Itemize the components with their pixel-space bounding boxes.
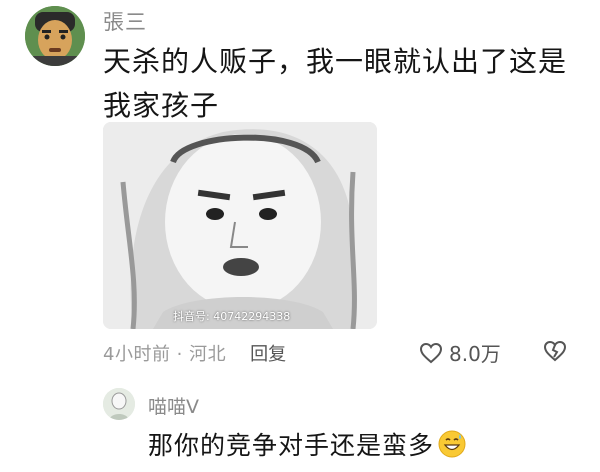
comment-username[interactable]: 張三: [103, 6, 147, 36]
reply-text-row: 那你的竞争对手还是蛮多: [148, 426, 466, 462]
cartoon-face-avatar-icon: [25, 6, 85, 66]
watermark-text: 抖音号: 40742294338: [173, 310, 291, 323]
reply-text: 那你的竞争对手还是蛮多: [148, 431, 435, 460]
user-avatar[interactable]: [25, 6, 85, 66]
reply-avatar[interactable]: [103, 388, 135, 420]
time-location-text: 4小时前 · 河北: [103, 344, 227, 365]
sketch-face-image: [103, 122, 377, 329]
like-button[interactable]: 8.0万: [419, 338, 501, 367]
dislike-button[interactable]: [543, 340, 567, 367]
broken-heart-icon: [543, 340, 567, 362]
like-count: 8.0万: [449, 342, 501, 366]
sketch-avatar-icon: [103, 388, 135, 420]
heart-outline-icon: [419, 342, 443, 363]
meme-image[interactable]: 抖音号: 40742294338: [103, 122, 377, 329]
grinning-sweat-emoji-icon: [438, 430, 466, 458]
reply-button[interactable]: 回复: [250, 340, 286, 366]
comment-meta-row: 4小时前 · 河北 回复 8.0万: [103, 338, 583, 368]
reply-username[interactable]: 喵喵V: [148, 392, 199, 419]
comment-text: 天杀的人贩子，我一眼就认出了这是我家孩子: [103, 45, 568, 122]
